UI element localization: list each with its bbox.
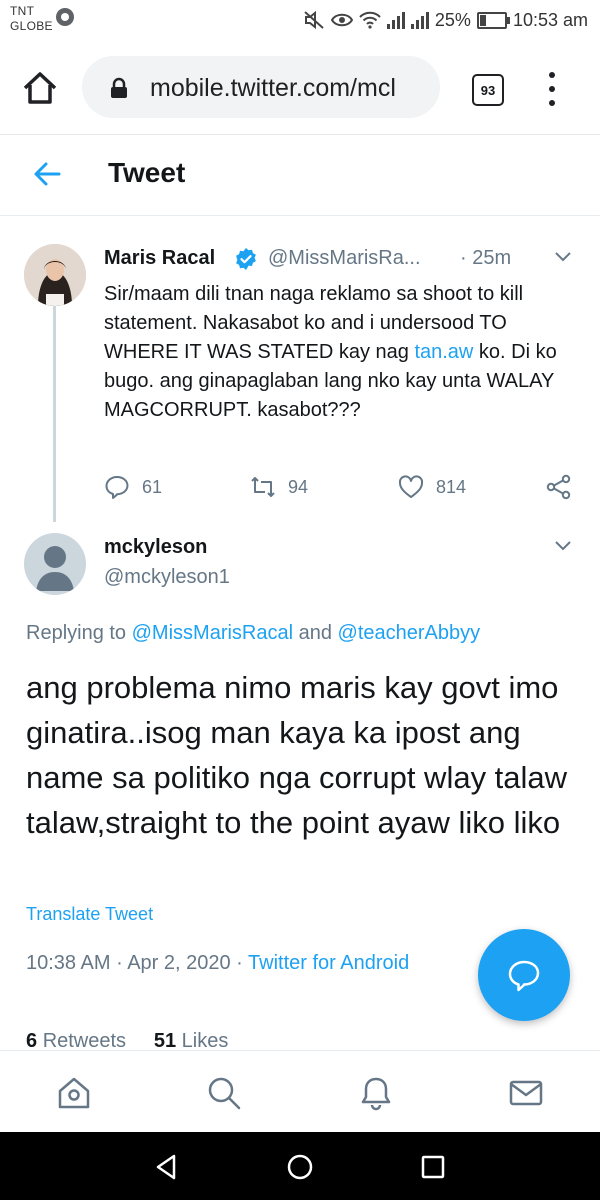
browser-toolbar: mobile.twitter.com/mcl 93 <box>0 44 600 135</box>
author-handle[interactable]: @MissMarisRa... <box>268 247 421 270</box>
avatar-photo <box>24 244 86 306</box>
compose-button[interactable] <box>478 929 570 1021</box>
replying-and: and <box>293 622 338 644</box>
menu-icon[interactable] <box>542 72 562 106</box>
mute-icon <box>304 10 324 30</box>
home-icon[interactable] <box>20 68 60 108</box>
battery-percent: 25% <box>434 9 471 30</box>
status-bar: TNT GLOBE 25% 10:53 am <box>0 0 600 44</box>
tweet-text: Sir/maam dili tnan naga reklamo sa shoot… <box>104 280 584 425</box>
tweet-date: Apr 2, 2020 <box>127 952 231 974</box>
like-total[interactable]: 51 <box>154 1030 176 1050</box>
carrier-line-2: GLOBE <box>10 19 53 33</box>
mention-link[interactable]: @teacherAbbyy <box>338 622 481 644</box>
retweet-button[interactable]: 94 <box>250 474 308 500</box>
tweet-header: Tweet <box>0 135 600 216</box>
page-title: Tweet <box>108 157 186 188</box>
avatar[interactable] <box>24 244 86 306</box>
avatar[interactable] <box>24 533 86 595</box>
tweet-stats: 6 Retweets 51 Likes <box>26 1030 228 1050</box>
mention-link[interactable]: @MissMarisRacal <box>132 622 293 644</box>
tweet-meta: 10:38 AM · Apr 2, 2020 · Twitter for And… <box>26 952 410 974</box>
lock-icon <box>111 77 127 98</box>
reply-icon <box>105 476 129 499</box>
share-icon <box>546 474 571 500</box>
status-icons: 25% 10:53 am <box>303 6 588 34</box>
carrier-label: TNT GLOBE <box>10 4 53 34</box>
author-name[interactable]: Maris Racal <box>104 247 215 270</box>
chrome-notification-icon <box>56 8 74 26</box>
like-button[interactable]: 814 <box>398 474 466 500</box>
replying-prefix: Replying to <box>26 622 132 644</box>
reply-button[interactable]: 61 <box>104 474 162 500</box>
compose-reply-icon <box>508 960 540 992</box>
tweet-source-link[interactable]: Twitter for Android <box>248 952 409 974</box>
home-circle-icon[interactable] <box>285 1152 315 1182</box>
tweet-text: ang problema nimo maris kay govt imo gin… <box>26 670 568 840</box>
back-triangle-icon[interactable] <box>152 1152 182 1182</box>
signal-icon <box>386 11 405 29</box>
default-avatar-icon <box>36 546 74 591</box>
thread-connector <box>53 306 56 522</box>
android-navigation-bar <box>0 1132 600 1200</box>
verified-badge-icon <box>236 248 256 270</box>
tweet-link[interactable]: tan.aw <box>414 341 473 363</box>
bottom-navigation <box>0 1050 600 1133</box>
tweet-time[interactable]: · 25m <box>460 247 511 270</box>
back-arrow-icon[interactable] <box>32 159 62 189</box>
reply-count: 61 <box>142 476 163 497</box>
share-button[interactable] <box>546 474 572 500</box>
carrier-line-1: TNT <box>10 4 35 18</box>
retweet-total[interactable]: 6 <box>26 1030 37 1050</box>
clock: 10:53 am <box>512 9 588 30</box>
tweet-time: 10:38 AM <box>26 952 111 974</box>
retweets-label[interactable]: Retweets <box>43 1030 126 1050</box>
home-icon[interactable] <box>56 1075 92 1111</box>
retweet-count: 94 <box>288 476 309 497</box>
tweet-actions: 61 94 814 <box>104 474 584 504</box>
replying-to: Replying to @MissMarisRacal and @teacher… <box>26 622 480 645</box>
battery-icon <box>476 11 510 29</box>
search-icon[interactable] <box>206 1075 242 1111</box>
chevron-down-icon[interactable] <box>553 537 573 553</box>
eye-icon <box>330 13 353 27</box>
recents-square-icon[interactable] <box>418 1152 448 1182</box>
chevron-down-icon[interactable] <box>553 248 573 264</box>
url-text[interactable]: mobile.twitter.com/mcl <box>150 74 432 102</box>
messages-icon[interactable] <box>508 1075 544 1111</box>
signal-icon-2 <box>410 11 429 29</box>
notifications-icon[interactable] <box>358 1075 394 1111</box>
heart-icon <box>398 475 424 498</box>
like-count: 814 <box>436 476 467 497</box>
author-handle[interactable]: @mckyleson1 <box>104 566 230 589</box>
wifi-icon <box>359 11 381 29</box>
retweet-icon <box>251 477 275 497</box>
tab-switcher-button[interactable]: 93 <box>472 74 504 106</box>
likes-label[interactable]: Likes <box>182 1030 229 1050</box>
author-name[interactable]: mckyleson <box>104 536 207 559</box>
translate-tweet-link[interactable]: Translate Tweet <box>26 904 153 925</box>
